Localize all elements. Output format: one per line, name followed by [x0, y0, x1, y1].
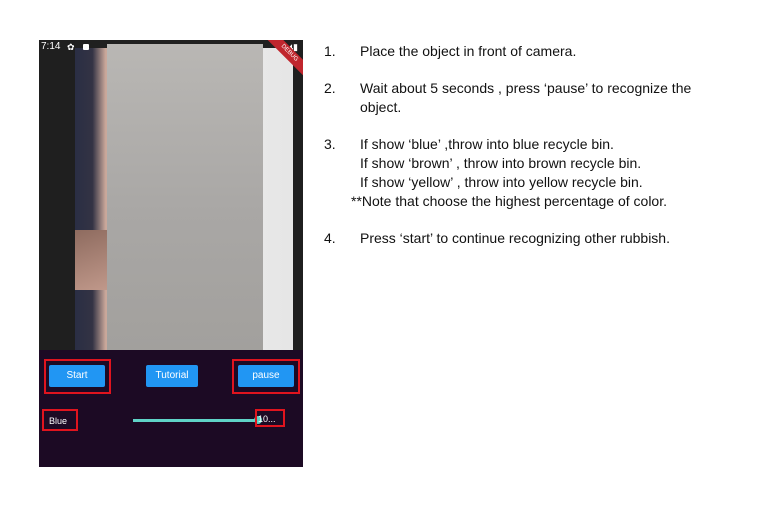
step-note: **Note that choose the highest percentag… [351, 193, 667, 209]
tutorial-button[interactable]: Tutorial [146, 365, 198, 387]
lock-icon [83, 44, 89, 50]
step-text: If show ‘brown’ , throw into brown recyc… [360, 155, 642, 171]
instruction-step: 2. Wait about 5 seconds , press ‘pause’ … [324, 79, 764, 117]
step-text: Press ‘start’ to continue recognizing ot… [360, 230, 670, 246]
step-text: If show ‘blue’ ,throw into blue recycle … [360, 136, 614, 152]
instruction-step: 4. Press ‘start’ to continue recognizing… [324, 229, 764, 248]
percentage-highlight [255, 409, 285, 427]
gear-icon: ✿ [67, 42, 75, 52]
camera-object [107, 44, 263, 350]
color-label-highlight [42, 409, 78, 431]
step-text: object. [360, 99, 402, 115]
start-button-highlight [44, 359, 111, 394]
step-number: 4. [324, 230, 336, 246]
step-text: Wait about 5 seconds , press ‘pause’ to … [360, 80, 692, 96]
instruction-step: 1. Place the object in front of camera. [324, 42, 764, 61]
step-number: 3. [324, 136, 336, 152]
step-number: 2. [324, 80, 336, 96]
status-bar: 7:14 ✿ ▾◢▮ [39, 40, 303, 54]
phone-screenshot: 7:14 ✿ ▾◢▮ DEBUG Start Tutorial pause Bl… [39, 40, 303, 467]
status-time: 7:14 [41, 41, 61, 52]
camera-preview [39, 40, 303, 350]
instruction-step: 3. If show ‘blue’ ,throw into blue recyc… [324, 135, 764, 211]
step-number: 1. [324, 43, 336, 59]
instruction-list: 1. Place the object in front of camera. … [324, 42, 764, 266]
step-text: If show ‘yellow’ , throw into yellow rec… [360, 174, 643, 190]
camera-letterbox-right [293, 40, 303, 350]
step-text: Place the object in front of camera. [360, 43, 577, 59]
confidence-progress-bar [133, 419, 258, 422]
pause-button-highlight [232, 359, 300, 394]
camera-letterbox-left [39, 40, 75, 350]
